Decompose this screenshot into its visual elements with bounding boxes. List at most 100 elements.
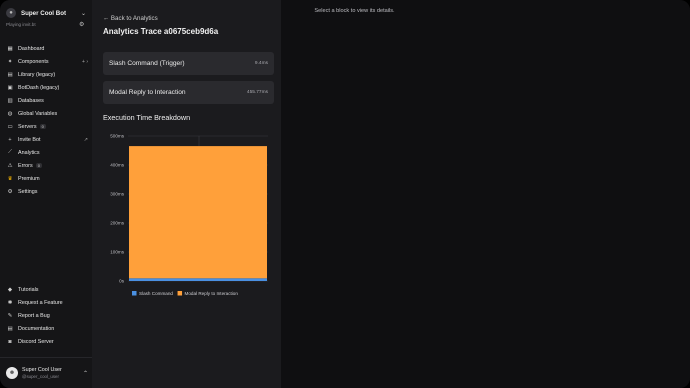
bot-switcher[interactable]: ● Super Cool Bot ⌄ [6, 6, 86, 20]
sidebar-item-databases[interactable]: ▥ Databases [6, 94, 88, 107]
item-action-icon[interactable]: + › [82, 59, 88, 65]
sidebar-item-tutorials[interactable]: ◆ Tutorials [6, 283, 88, 296]
empty-state-hint: Select a block to view its details. [314, 8, 395, 14]
sidebar-item-global-variables[interactable]: ◍ Global Variables [6, 107, 88, 120]
user-menu[interactable]: ☻ Super Cool User @super_cool_user ⌃ [6, 364, 88, 382]
y-tick-label: 500ms [110, 134, 124, 139]
y-tick-label: 200ms [110, 221, 124, 226]
globe-icon: ◍ [7, 110, 13, 117]
block-duration: 455.77ms [246, 90, 268, 95]
server-icon: ▭ [7, 123, 13, 130]
sidebar-item-label: Servers 0 [18, 123, 46, 130]
database-icon: ▥ [7, 97, 13, 104]
item-action-icon[interactable]: ↗ [84, 137, 88, 143]
page-title: Analytics Trace a0675ceb9d6a [103, 27, 219, 36]
sidebar-item-label: Dashboard [18, 45, 45, 52]
app-window: ● Super Cool Bot ⌄ Playing invit.bt ⚙ ▦ D… [0, 0, 690, 388]
user-handle: @super_cool_user [22, 374, 59, 379]
sidebar-item-components[interactable]: ✦ Components + › [6, 55, 88, 68]
error-icon: ⚠ [7, 162, 13, 169]
chevron-down-icon: ⌄ [80, 10, 86, 17]
sidebar-footer-nav: ◆ Tutorials ✱ Request a Feature ✎ Report a Bu… [6, 283, 88, 348]
sidebar-nav: ▦ Dashboard ✦ Components + › ▤ Library (legacy… [6, 42, 88, 198]
library-icon: ▤ [7, 71, 13, 78]
execution-time-chart: 0s 100ms 200ms 300ms 400ms 500ms Slash Command… [110, 134, 268, 296]
sidebar-item-dashboard[interactable]: ▦ Dashboard [6, 42, 88, 55]
bug-icon: ✎ [7, 312, 13, 319]
sidebar-item-servers[interactable]: ▭ Servers 0 [6, 120, 88, 133]
sidebar-item-label: Components [18, 58, 49, 65]
sidebar-item-label: Library (legacy) [18, 71, 56, 78]
bar-slash-command [129, 278, 267, 281]
grid-icon: ▦ [7, 45, 13, 52]
sidebar-item-label: Request a Feature [18, 299, 63, 306]
bot-name: Super Cool Bot [21, 9, 67, 17]
plus-icon: + [8, 136, 12, 143]
bulb-icon: ✱ [7, 299, 13, 306]
detail-panel: Select a block to view its details. [281, 0, 690, 388]
sidebar-item-botdash-legacy[interactable]: ▣ BotDash (legacy) [6, 81, 88, 94]
puzzle-icon: ✦ [7, 58, 13, 65]
sidebar-item-label: Invite Bot [18, 136, 41, 143]
block-name: Modal Reply to Interaction [109, 89, 186, 96]
sidebar-item-premium[interactable]: ♛ Premium [6, 172, 88, 185]
section-title: Execution Time Breakdown [103, 113, 191, 122]
y-tick-label: 400ms [110, 163, 124, 168]
legend-swatch [177, 291, 183, 296]
back-link-label: Back to Analytics [110, 15, 158, 22]
sidebar-item-label: Analytics [18, 149, 40, 156]
count-badge: 0 [35, 162, 42, 168]
sidebar-item-invite-bot[interactable]: + Invite Bot ↗ [6, 133, 88, 146]
sidebar-item-documentation[interactable]: ▤ Documentation [6, 322, 88, 335]
bot-status-label: Playing [6, 22, 23, 27]
sidebar-item-label: Report a Bug [18, 312, 50, 319]
sidebar-item-request-a-feature[interactable]: ✱ Request a Feature [6, 296, 88, 309]
block-duration: 9.4ms [254, 61, 268, 66]
trace-panel: ← Back to Analytics Analytics Trace a067… [92, 0, 281, 388]
sidebar-item-discord-server[interactable]: ◙ Discord Server [6, 335, 88, 348]
discord-icon: ◙ [8, 338, 12, 345]
gear-icon: ⚙ [7, 188, 13, 195]
user-name: Super Cool User [22, 367, 62, 373]
sidebar-item-analytics[interactable]: ⟋ Analytics [6, 146, 88, 159]
trace-block-trigger[interactable]: Slash Command (Trigger) 9.4ms [103, 52, 274, 75]
arrow-left-icon: ← [103, 15, 110, 22]
bot-status-link: invit.bt [22, 22, 36, 27]
bot-status: Playing invit.bt [6, 22, 36, 27]
y-tick-label: 300ms [110, 192, 124, 197]
chevron-up-icon: ⌃ [82, 370, 88, 377]
back-to-analytics-link[interactable]: ← Back to Analytics [103, 15, 158, 22]
bot-settings-icon[interactable]: ⚙ [79, 21, 84, 28]
sidebar-item-label: Errors 0 [18, 162, 42, 169]
sidebar-item-label: Global Variables [18, 110, 58, 117]
y-tick-label: 0s [119, 279, 125, 284]
trace-block-modal-reply[interactable]: Modal Reply to Interaction 455.77ms [103, 81, 274, 104]
block-name: Slash Command (Trigger) [109, 60, 185, 67]
bar-modal-reply-to-interaction [129, 146, 267, 279]
book-icon: ▤ [7, 325, 13, 332]
graduation-icon: ◆ [7, 286, 13, 293]
sidebar-item-label: Premium [18, 175, 40, 182]
sidebar-item-report-a-bug[interactable]: ✎ Report a Bug [6, 309, 88, 322]
sidebar: ● Super Cool Bot ⌄ Playing invit.bt ⚙ ▦ D… [0, 0, 92, 388]
sidebar-item-label: Databases [18, 97, 44, 104]
sidebar-item-label: Tutorials [18, 286, 39, 293]
dashboard-icon: ▣ [7, 84, 13, 91]
legend-label: Slash Command [139, 291, 173, 296]
sidebar-item-label: Settings [18, 188, 38, 195]
avatar: ☻ [6, 367, 18, 379]
sidebar-item-label: BotDash (legacy) [18, 84, 60, 91]
bot-icon: ● [6, 8, 16, 18]
y-tick-label: 100ms [110, 250, 124, 255]
sidebar-item-label: Discord Server [18, 338, 54, 345]
legend-swatch [132, 291, 137, 296]
sidebar-item-label: Documentation [18, 325, 55, 332]
sidebar-item-library-legacy[interactable]: ▤ Library (legacy) [6, 68, 88, 81]
legend-label: Modal Reply to Interaction [185, 291, 239, 296]
sidebar-divider [0, 357, 92, 358]
analytics-icon: ⟋ [8, 149, 12, 155]
count-badge: 0 [39, 123, 46, 129]
sidebar-item-settings[interactable]: ⚙ Settings [6, 185, 88, 198]
sidebar-item-errors[interactable]: ⚠ Errors 0 [6, 159, 88, 172]
crown-icon: ♛ [7, 175, 13, 182]
